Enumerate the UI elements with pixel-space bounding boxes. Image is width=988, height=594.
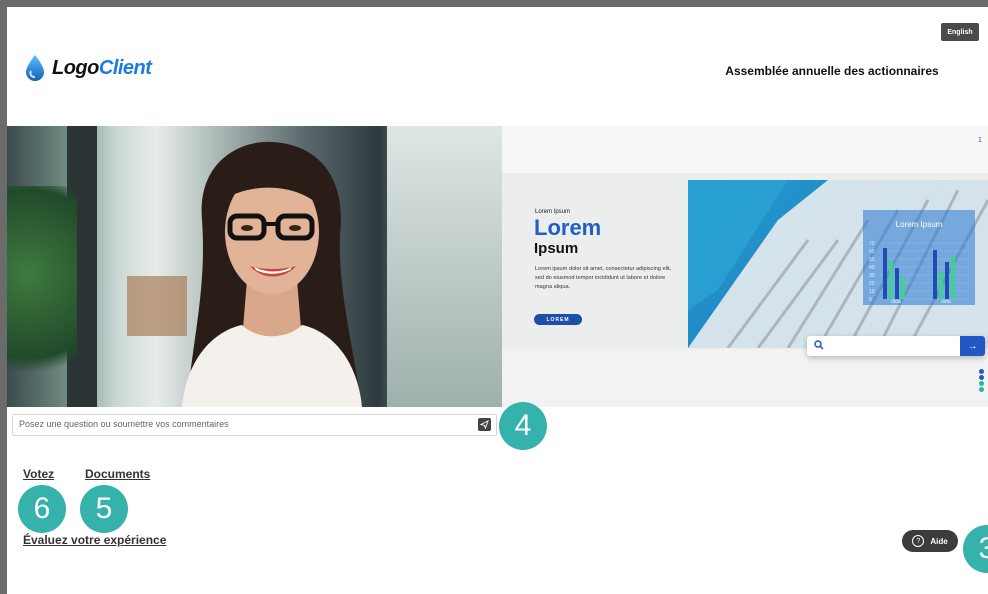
chart-y-tick: 60 — [869, 249, 875, 255]
votez-link[interactable]: Votez — [23, 467, 54, 481]
presentation-slide: 1 Lorem Ipsum Lorem Ipsum Lorem ipsum do… — [502, 126, 988, 407]
slide-dots — [979, 369, 984, 393]
help-button[interactable]: ? Aide — [902, 530, 958, 552]
logo: LogoClient — [24, 54, 152, 82]
documents-link[interactable]: Documents — [85, 467, 150, 481]
chart-y-tick: 70 — [869, 241, 875, 247]
slide-heading: Lorem — [534, 215, 602, 240]
question-input[interactable] — [13, 415, 480, 433]
logo-text: LogoClient — [52, 56, 152, 79]
slide-cta-button: LOREM — [534, 314, 582, 325]
slide-body-text: Lorem ipsum dolor sit amet, consectetur … — [535, 266, 672, 290]
question-bar — [12, 414, 497, 436]
page: English LogoClient Assemblée annuelle de… — [7, 7, 988, 594]
search-icon — [814, 340, 824, 350]
svg-text:data: data — [891, 299, 901, 305]
drop-logo-icon — [26, 55, 44, 81]
event-title: Assemblée annuelle des actionnaires — [725, 64, 939, 78]
send-button[interactable] — [478, 418, 491, 431]
marker-5: 5 — [80, 485, 128, 533]
marker-3: 3 — [963, 525, 988, 573]
chart-y-tick: 20 — [869, 281, 875, 287]
presenter-image — [182, 141, 362, 407]
marker-6: 6 — [18, 485, 66, 533]
marker-4: 4 — [499, 402, 547, 450]
help-label: Aide — [930, 536, 948, 546]
arrow-right-icon: → — [960, 336, 985, 356]
evaluez-link[interactable]: Évaluez votre expérience — [23, 533, 166, 547]
chart-y-tick: 0 — [869, 297, 872, 303]
chart-panel: Lorem Ipsum 70 60 50 40 30 20 10 0 data … — [863, 210, 975, 305]
slide-search-bar: → — [807, 336, 985, 356]
chart-y-tick: 30 — [869, 273, 875, 279]
video-feed — [7, 126, 502, 407]
chart-y-tick: 40 — [869, 265, 875, 271]
send-icon — [480, 420, 489, 429]
slide-page-number: 1 — [978, 137, 982, 144]
slide-subheading: Ipsum — [534, 240, 579, 257]
svg-text:data: data — [941, 299, 951, 305]
chart-y-tick: 50 — [869, 257, 875, 263]
language-button[interactable]: English — [941, 23, 979, 41]
question-circle-icon: ? — [912, 535, 925, 547]
slide-building-photo: Lorem Ipsum 70 60 50 40 30 20 10 0 data … — [688, 180, 988, 348]
chart-y-tick: 10 — [869, 289, 875, 295]
